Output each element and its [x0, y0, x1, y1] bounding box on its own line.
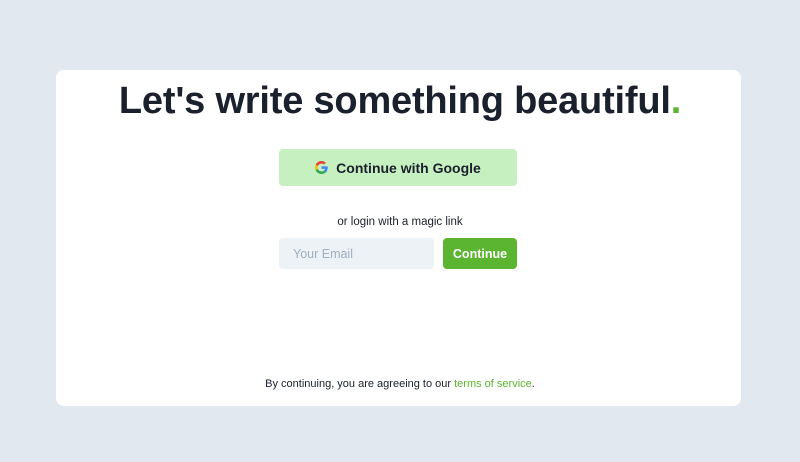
terms-of-service-link[interactable]: terms of service [454, 378, 532, 390]
magic-link-prompt: or login with a magic link [337, 216, 463, 228]
terms-notice: By continuing, you are agreeing to our t… [0, 378, 800, 390]
page-title-text: Let's write something beautiful [118, 80, 671, 122]
page-title: Let's write something beautiful. [0, 78, 800, 124]
continue-button[interactable]: Continue [443, 238, 517, 269]
google-g-icon [315, 161, 328, 174]
terms-prefix: By continuing, you are agreeing to our [265, 378, 455, 390]
page-title-accent-dot: . [670, 80, 682, 122]
continue-with-google-button[interactable]: Continue with Google [279, 149, 517, 186]
continue-with-google-label: Continue with Google [336, 159, 481, 176]
terms-suffix: . [531, 378, 535, 390]
email-input[interactable] [279, 238, 434, 269]
